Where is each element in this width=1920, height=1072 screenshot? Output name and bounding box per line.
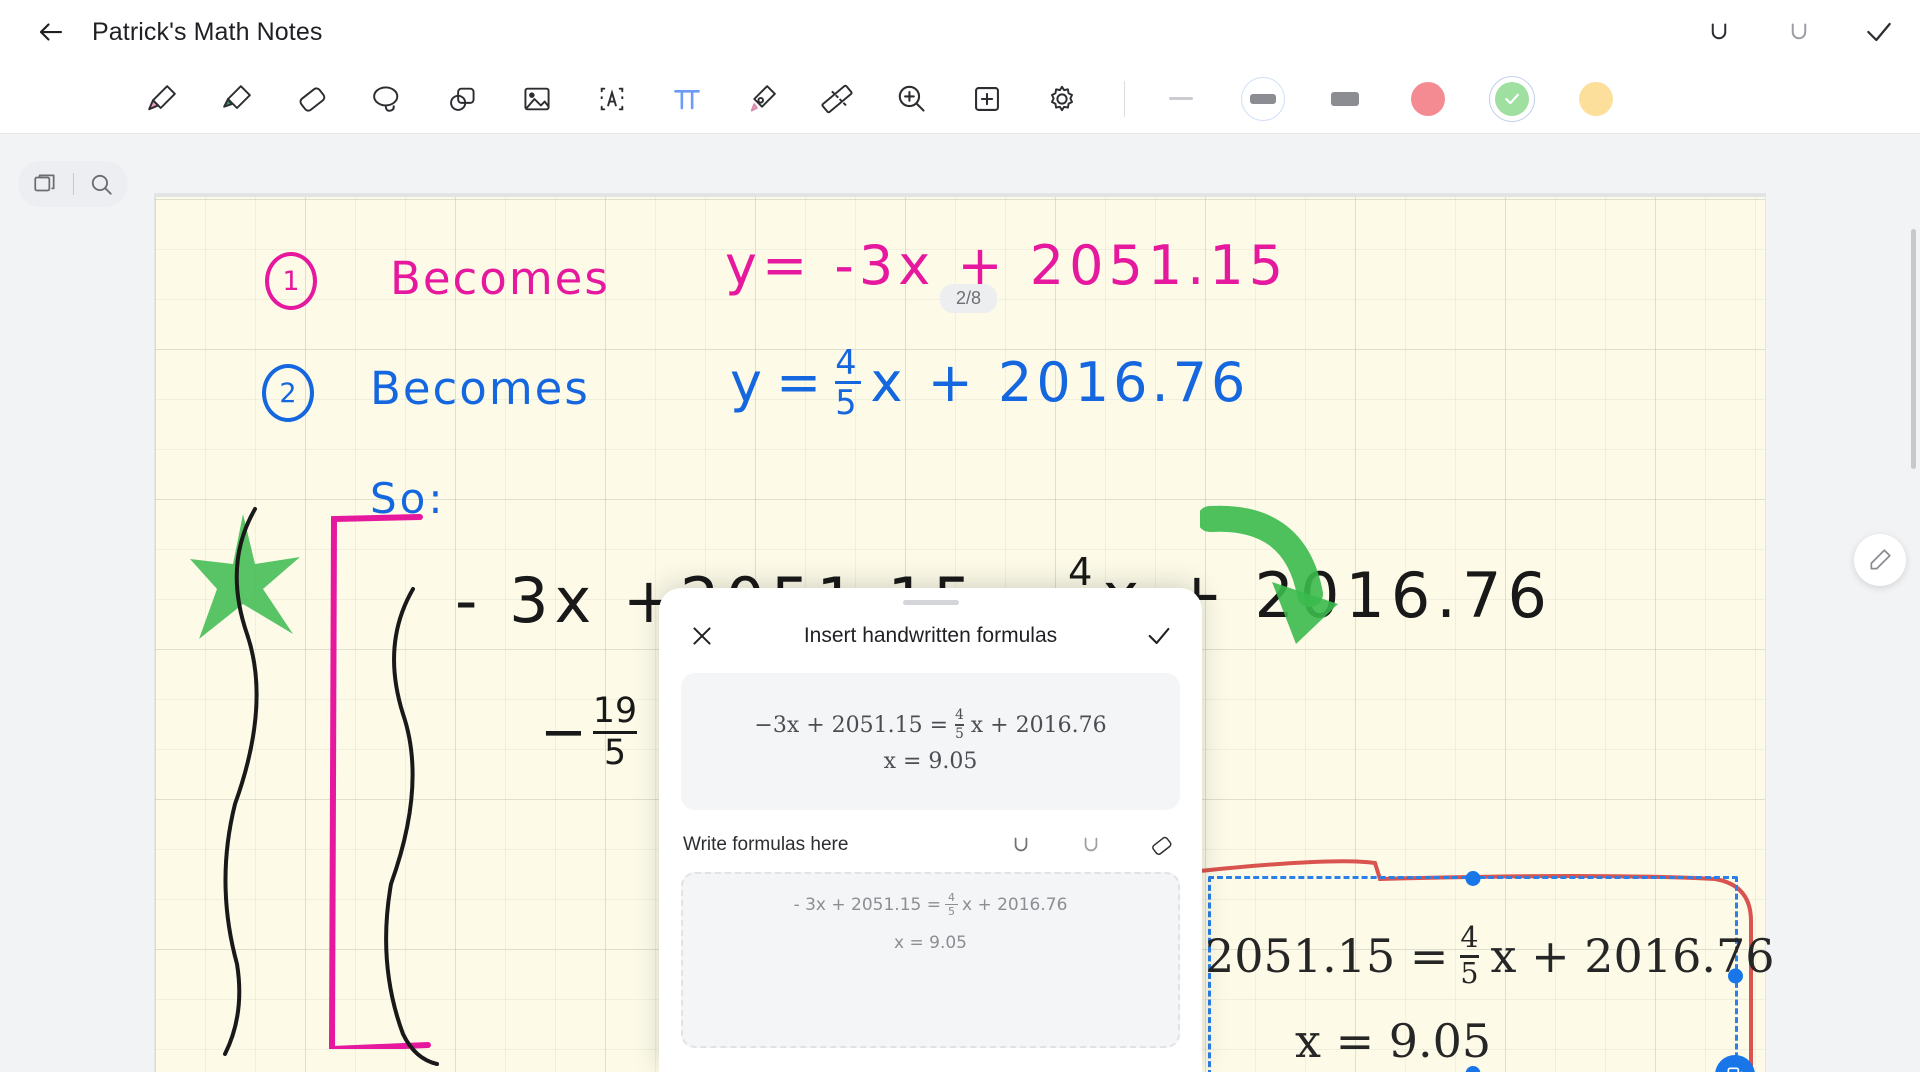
ink-line-2: x = 9.05 [894, 933, 967, 953]
search-button[interactable] [74, 171, 129, 197]
title-bar: Patrick's Math Notes [0, 0, 1920, 64]
check-icon [1863, 16, 1895, 48]
undo-icon [1008, 832, 1034, 858]
inserted-formula-line1: 2051.15 = 4 5 x + 2016.76 [1205, 924, 1775, 988]
undo-button[interactable] [1702, 15, 1736, 49]
check-icon [1502, 89, 1522, 109]
dialog-redo-button[interactable] [1074, 828, 1108, 862]
search-icon [88, 171, 114, 197]
done-button[interactable] [1862, 15, 1896, 49]
pen-tool[interactable] [140, 77, 184, 121]
pen-icon [144, 81, 180, 117]
shapes-tool[interactable] [440, 77, 484, 121]
quick-pencil-button[interactable] [1854, 534, 1906, 586]
dialog-undo-button[interactable] [1004, 828, 1038, 862]
green-arrow-annotation [1200, 504, 1360, 654]
marker-tool[interactable] [740, 77, 784, 121]
settings-tool[interactable] [1040, 77, 1084, 121]
color-green-swatch[interactable] [1489, 76, 1535, 122]
dialog-close-button[interactable] [685, 619, 719, 653]
text-box-icon [594, 81, 630, 117]
ruler-tool[interactable] [815, 77, 859, 121]
write-area-header: Write formulas here [683, 828, 1178, 862]
inserted-formula-line2: x = 9.05 [1295, 1014, 1491, 1068]
dialog-eraser-button[interactable] [1144, 828, 1178, 862]
dialog-confirm-button[interactable] [1142, 619, 1176, 653]
add-page-icon [969, 81, 1005, 117]
eraser-icon [294, 81, 330, 117]
page-indicator: 2/8 [940, 284, 997, 313]
back-arrow-icon [36, 17, 66, 47]
insert-formula-dialog: Insert handwritten formulas −3x + 2051.1… [659, 588, 1202, 1072]
text-tool[interactable] [590, 77, 634, 121]
stroke-thin-option[interactable] [1159, 77, 1203, 121]
marker-icon [744, 81, 780, 117]
color-yellow-swatch[interactable] [1573, 76, 1619, 122]
handwriting-input-area[interactable]: - 3x + 2051.15 = 4 5 x + 2016.76 x = 9.0… [681, 872, 1180, 1048]
image-tool[interactable] [515, 77, 559, 121]
dialog-header: Insert handwritten formulas [659, 605, 1202, 667]
tool-bar [0, 64, 1920, 134]
lasso-icon [369, 81, 405, 117]
lasso-tool[interactable] [365, 77, 409, 121]
stroke-thick-option[interactable] [1323, 77, 1367, 121]
toolbar-divider [1124, 81, 1125, 117]
redo-button[interactable] [1782, 15, 1816, 49]
shapes-icon [444, 81, 480, 117]
close-icon [689, 623, 715, 649]
black-curly-annotation [215, 504, 295, 1064]
page-title: Patrick's Math Notes [92, 18, 322, 47]
eraser-tool[interactable] [290, 77, 334, 121]
highlighter-icon [219, 81, 255, 117]
add-page-tool[interactable] [965, 77, 1009, 121]
preview-line-1: −3x + 2051.15 = 4 5 x + 2016.76 [754, 709, 1106, 742]
back-button[interactable] [34, 15, 68, 49]
duplicate-icon [1725, 1065, 1745, 1072]
color-pink-swatch[interactable] [1405, 76, 1451, 122]
stroke-medium-option[interactable] [1241, 77, 1285, 121]
page-top-edge [155, 194, 1765, 197]
undo-icon [1704, 17, 1734, 47]
pencil-icon [1867, 547, 1893, 573]
pages-button[interactable] [18, 171, 73, 197]
ink-line-1: - 3x + 2051.15 = 4 5 x + 2016.76 [794, 892, 1068, 917]
write-area-actions [1004, 828, 1178, 862]
image-icon [519, 81, 555, 117]
redo-icon [1078, 832, 1104, 858]
redo-icon [1784, 17, 1814, 47]
tool-group [140, 77, 1084, 121]
zoom-tool[interactable] [890, 77, 934, 121]
gear-icon [1044, 81, 1080, 117]
color-group [1405, 76, 1619, 122]
check-icon [1145, 622, 1173, 650]
formula-tool[interactable] [665, 77, 709, 121]
highlighter-tool[interactable] [215, 77, 259, 121]
title-bar-actions [1702, 0, 1896, 64]
page-tools-pill [18, 161, 128, 207]
eraser-icon [1148, 832, 1175, 859]
dialog-title: Insert handwritten formulas [719, 624, 1142, 648]
write-area-label: Write formulas here [683, 834, 1004, 856]
zoom-in-icon [894, 81, 930, 117]
vertical-scrollbar[interactable] [1911, 229, 1916, 469]
preview-line-2: x = 9.05 [884, 749, 978, 774]
app-root: Patrick's Math Notes [0, 0, 1920, 1072]
pi-icon [669, 81, 705, 117]
pages-icon [32, 171, 58, 197]
selection-handle-top[interactable] [1466, 871, 1481, 886]
black-curly-annotation-2 [375, 584, 465, 1072]
stroke-width-group [1159, 77, 1367, 121]
formula-preview: −3x + 2051.15 = 4 5 x + 2016.76 x = 9.05 [681, 673, 1180, 810]
ruler-icon [819, 81, 855, 117]
